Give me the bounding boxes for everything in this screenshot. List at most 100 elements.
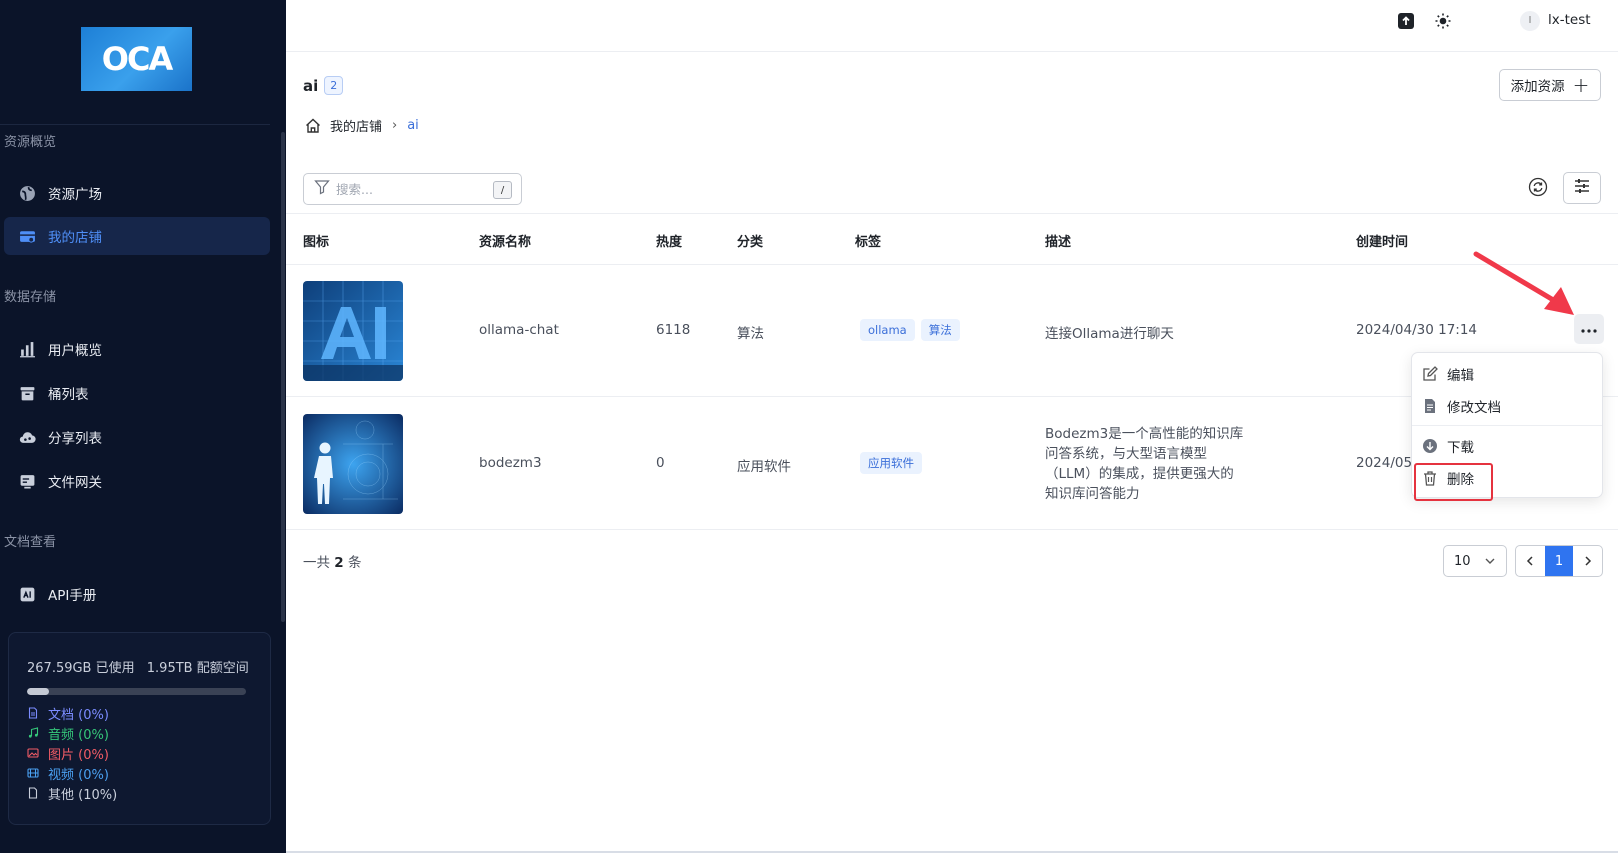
resource-tags: 应用软件: [860, 452, 928, 474]
sliders-icon: [1573, 178, 1591, 198]
sidebar-scrollbar[interactable]: [281, 132, 285, 622]
column-header-description: 描述: [1045, 235, 1072, 250]
storage-summary: 267.59GB 已使用 1.95TB 配额空间: [27, 657, 250, 676]
sidebar-item-label: 我的店铺: [48, 230, 102, 246]
refresh-icon: [1528, 177, 1548, 201]
column-header-tags: 标签: [855, 235, 882, 250]
resource-heat: 6118: [656, 322, 691, 338]
count-badge: 2: [324, 76, 344, 95]
sidebar-item-api-manual[interactable]: API手册: [4, 575, 270, 613]
chevron-left-icon: [1527, 556, 1533, 566]
pagination: 1: [1515, 545, 1603, 577]
resource-category: 应用软件: [737, 459, 791, 475]
menu-divider: [1412, 425, 1602, 426]
next-page-button[interactable]: [1573, 546, 1602, 576]
logo[interactable]: OCA: [81, 27, 192, 91]
menu-item-label: 编辑: [1447, 368, 1474, 384]
column-settings-button[interactable]: [1563, 172, 1601, 204]
page-size-value: 10: [1454, 553, 1471, 569]
legend-image: 图片 (0%): [27, 745, 250, 763]
prev-page-button[interactable]: [1516, 546, 1545, 576]
more-actions-button[interactable]: [1574, 314, 1604, 344]
breadcrumb: 我的店铺 › ai: [304, 116, 419, 135]
resource-description: 连接Ollama进行聊天: [1045, 326, 1174, 342]
chevron-right-icon: [1585, 556, 1591, 566]
edit-icon: [1422, 366, 1438, 382]
total-suffix: 条: [348, 555, 362, 571]
sidebar-item-label: 用户概览: [48, 343, 102, 359]
storage-legend: 文档 (0%) 音频 (0%) 图片 (0%) 视频 (0%) 其他 (10%): [27, 705, 250, 803]
sidebar-item-user-overview[interactable]: 用户概览: [4, 330, 270, 368]
music-icon: [27, 727, 39, 739]
page-title: ai 2: [303, 76, 344, 95]
image-icon: [27, 747, 39, 759]
username[interactable]: lx-test: [1548, 12, 1591, 28]
storage-quota: 1.95TB 配额空间: [146, 661, 249, 676]
upload-icon[interactable]: [1397, 12, 1415, 30]
total-prefix: 一共: [303, 555, 330, 571]
total-number: 2: [334, 555, 344, 571]
resource-name[interactable]: ollama-chat: [479, 322, 559, 338]
api-book-icon: [18, 585, 36, 603]
legend-audio: 音频 (0%): [27, 725, 250, 743]
total-count: 一共 2 条: [303, 551, 362, 571]
column-header-heat: 热度: [656, 235, 683, 250]
menu-item-edit-doc[interactable]: 修改文档: [1422, 393, 1501, 419]
sidebar-item-label: 资源广场: [48, 187, 102, 203]
filter-icon: [314, 179, 330, 199]
add-resource-button[interactable]: 添加资源 +: [1499, 69, 1601, 101]
legend-label: 其他 (10%): [48, 787, 118, 803]
theme-toggle-icon[interactable]: [1434, 12, 1452, 30]
sidebar-item-resource-square[interactable]: 资源广场: [4, 174, 270, 212]
menu-item-download[interactable]: 下载: [1422, 433, 1474, 459]
search-input[interactable]: [336, 181, 486, 197]
storage-used: 267.59GB 已使用: [27, 661, 135, 676]
search-shortcut-key: /: [493, 181, 512, 199]
delete-highlight-box: [1414, 463, 1493, 501]
legend-document: 文档 (0%): [27, 705, 250, 723]
sidebar-item-file-gateway[interactable]: 文件网关: [4, 462, 270, 500]
document-edit-icon: [1422, 398, 1438, 414]
sidebar-item-bucket-list[interactable]: 桶列表: [4, 374, 270, 412]
breadcrumb-home[interactable]: 我的店铺: [330, 116, 382, 135]
search-box[interactable]: /: [303, 173, 522, 205]
globe-icon: [18, 184, 36, 202]
bar-chart-icon: [18, 340, 36, 358]
page-button-current[interactable]: 1: [1544, 546, 1574, 576]
top-bar: l lx-test: [286, 0, 1618, 52]
storage-progress-fill: [27, 688, 49, 695]
table-header: 图标 资源名称 热度 分类 标签 描述 创建时间: [286, 213, 1618, 265]
add-resource-label: 添加资源: [1510, 79, 1565, 95]
section-storage: 数据存储: [4, 290, 57, 305]
sidebar-item-label: 桶列表: [48, 387, 89, 403]
sidebar-item-share-list[interactable]: 分享列表: [4, 418, 270, 456]
sidebar-item-label: 分享列表: [48, 431, 102, 447]
section-docs: 文档查看: [4, 535, 57, 550]
bucket-icon: [18, 384, 36, 402]
cloud-share-icon: [18, 428, 36, 446]
sidebar-divider: [0, 124, 270, 125]
resource-category: 算法: [737, 326, 764, 342]
avatar[interactable]: l: [1520, 11, 1540, 31]
legend-label: 图片 (0%): [48, 747, 109, 763]
film-icon: [27, 767, 39, 779]
menu-item-edit[interactable]: 编辑: [1422, 361, 1474, 387]
page-size-select[interactable]: 10: [1443, 545, 1507, 577]
home-icon[interactable]: [304, 117, 322, 135]
legend-label: 音频 (0%): [48, 727, 109, 743]
ellipsis-icon: [1581, 322, 1597, 337]
gateway-icon: [18, 472, 36, 490]
tag-badge: ollama: [860, 319, 915, 341]
page-title-text: ai: [303, 76, 319, 95]
file-icon: [27, 787, 39, 799]
resource-name[interactable]: bodezm3: [479, 455, 542, 471]
storage-panel: 267.59GB 已使用 1.95TB 配额空间 文档 (0%) 音频 (0%): [8, 632, 271, 825]
sidebar-item-my-store[interactable]: 我的店铺: [4, 217, 270, 255]
legend-other: 其他 (10%): [27, 785, 250, 803]
refresh-button[interactable]: [1526, 177, 1550, 201]
tag-badge: 算法: [920, 319, 960, 341]
resource-description: Bodezm3是一个高性能的知识库问答系统，与大型语言模型（LLM）的集成，提供…: [1045, 426, 1244, 502]
resource-thumbnail: [303, 281, 403, 381]
resource-created: 2024/04/30 17:14: [1356, 322, 1478, 338]
sidebar-item-label: 文件网关: [48, 475, 102, 491]
